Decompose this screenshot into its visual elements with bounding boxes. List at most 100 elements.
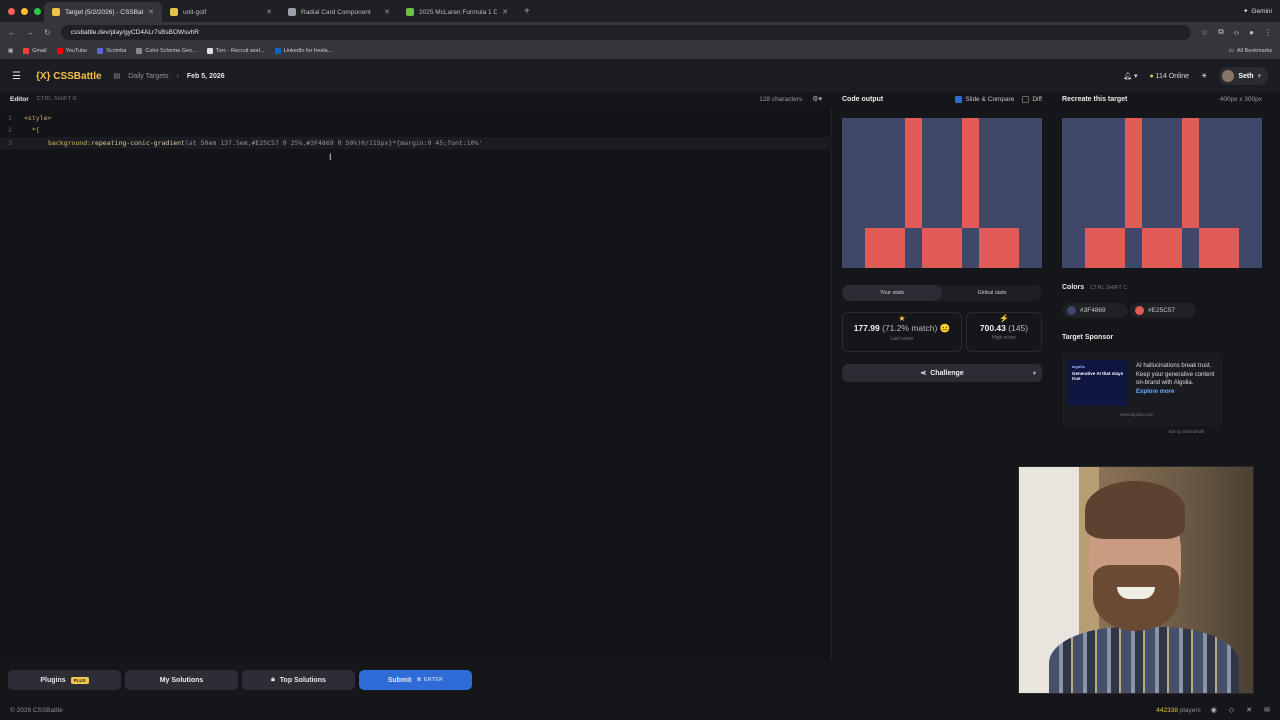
address-bar-row: ← → ↻ cssbattle.dev/play/gyCD4ALr7sBsBOW… bbox=[0, 22, 1280, 42]
new-tab-button[interactable]: + bbox=[516, 6, 538, 17]
discord-icon[interactable]: ◉ bbox=[1211, 706, 1217, 714]
app-header: ☰ {X} CSSBattle ▤ Daily Targets › Feb 5,… bbox=[0, 60, 1280, 92]
output-block bbox=[865, 228, 905, 268]
tab-label: 2025 McLaren Formula 1 Dri... bbox=[419, 8, 498, 16]
colors-shortcut: CTRL SHIFT C bbox=[1090, 284, 1128, 291]
code-line: 1 <style> bbox=[0, 112, 51, 124]
tab-favicon-icon bbox=[52, 8, 60, 16]
close-tab-icon[interactable]: ✕ bbox=[148, 8, 154, 16]
all-bookmarks-label: All Bookmarks bbox=[1236, 47, 1272, 54]
profile-icon[interactable]: ● bbox=[1249, 28, 1254, 37]
bookmark-item[interactable]: LinkedIn for freela... bbox=[274, 47, 332, 54]
browser-tab[interactable]: unit-golf ✕ bbox=[162, 2, 280, 22]
tab-global-stats[interactable]: Global stats bbox=[942, 285, 1042, 301]
output-bar bbox=[905, 118, 922, 228]
character-count: 128 characters bbox=[759, 95, 803, 103]
code-editor[interactable]: 1 <style> 2 *{ 3 background: repeating-c… bbox=[0, 108, 832, 660]
ads-by-link[interactable]: Ads by EthicalAds bbox=[1168, 429, 1204, 434]
all-bookmarks-button[interactable]: ▭ All Bookmarks bbox=[1229, 48, 1272, 54]
maximize-window-button[interactable] bbox=[34, 7, 41, 15]
forward-arrow-icon[interactable]: → bbox=[26, 28, 34, 37]
hamburger-menu-icon[interactable]: ☰ bbox=[12, 71, 36, 82]
diff-toggle[interactable]: Diff bbox=[1022, 95, 1042, 103]
color-hex: #E25C57 bbox=[1148, 307, 1176, 314]
email-icon[interactable]: ✉ bbox=[1264, 706, 1270, 714]
target-header: Recreate this target 400px x 300px bbox=[1062, 92, 1262, 106]
target-size: 400px x 300px bbox=[1219, 95, 1262, 103]
code-function: repeating-conic-gradient bbox=[91, 139, 185, 147]
x-twitter-icon[interactable]: ✕ bbox=[1246, 706, 1252, 714]
code-line-active: 3 background: repeating-conic-gradient (… bbox=[0, 137, 832, 149]
last-score: 177.99 bbox=[853, 323, 880, 333]
close-window-button[interactable] bbox=[8, 7, 15, 15]
webcam-person-smile bbox=[1117, 587, 1155, 599]
minimize-window-button[interactable] bbox=[21, 7, 28, 15]
url-field[interactable]: cssbattle.dev/play/gyCD4ALr7sBsBOWsvhR bbox=[60, 24, 1191, 40]
tab-label: Target (5/2/2026) - CSSBattle bbox=[65, 8, 144, 16]
webcam-overlay bbox=[1018, 466, 1254, 694]
extensions-icon[interactable]: ⧉ bbox=[1218, 27, 1224, 37]
my-solutions-button[interactable]: My Solutions bbox=[125, 670, 238, 690]
target-bar bbox=[1125, 118, 1142, 228]
color-swatch[interactable]: #3F4869 bbox=[1062, 303, 1128, 318]
slide-compare-toggle[interactable]: Slide & Compare bbox=[955, 95, 1014, 103]
bookmark-star-icon[interactable]: ☆ bbox=[1201, 28, 1208, 37]
globe-icon bbox=[136, 47, 143, 54]
chevron-down-icon: ▾ bbox=[1257, 73, 1261, 80]
smiley-icon: 😐 bbox=[939, 323, 951, 333]
unchecked-checkbox-icon[interactable] bbox=[1022, 95, 1030, 103]
challenge-label: Challenge bbox=[930, 369, 964, 377]
bookmark-item[interactable]: Torc - Recruit worl... bbox=[206, 47, 265, 54]
cssbattle-logo[interactable]: {X} CSSBattle bbox=[36, 71, 102, 82]
theme-toggle-sun-icon[interactable]: ☀ bbox=[1201, 72, 1207, 80]
bookmark-label: Scrimba bbox=[106, 47, 127, 54]
close-tab-icon[interactable]: ✕ bbox=[266, 8, 272, 16]
target-title: Recreate this target bbox=[1062, 95, 1128, 103]
text-cursor-icon: I bbox=[329, 152, 332, 162]
reload-icon[interactable]: ↻ bbox=[44, 28, 51, 37]
notification-bell-icon[interactable]: 🔔︎ ▾ bbox=[1123, 72, 1137, 80]
editor-settings-gear-icon[interactable]: ⚙▾ bbox=[812, 95, 822, 103]
codepen-icon[interactable]: ◇ bbox=[1229, 706, 1234, 714]
tab-your-stats[interactable]: Your stats bbox=[842, 285, 942, 301]
challenge-button[interactable]: ⋖ Challenge ▾ bbox=[842, 364, 1042, 382]
color-swatch[interactable]: #E25C57 bbox=[1130, 303, 1196, 318]
code-text: (at 50em 137.5em,#E25C57 0 25%,#3F4869 0… bbox=[184, 139, 483, 147]
bookmark-label: Torc - Recruit worl... bbox=[215, 47, 265, 54]
browser-tab[interactable]: Target (5/2/2026) - CSSBattle ✕ bbox=[44, 2, 162, 22]
sponsor-ad[interactable]: algolia Generative AI that stays true AI… bbox=[1062, 352, 1222, 426]
back-arrow-icon[interactable]: ← bbox=[8, 28, 16, 37]
target-block bbox=[1142, 228, 1182, 268]
code-property: background: bbox=[48, 139, 92, 147]
explore-more-link[interactable]: Explore more bbox=[1136, 389, 1174, 395]
code-output-title: Code output bbox=[842, 95, 884, 103]
chevron-down-icon[interactable]: ▾ bbox=[1033, 370, 1036, 377]
bookmark-item[interactable]: Color Scheme Gen... bbox=[136, 47, 197, 54]
sponsor-title: Target Sponsor bbox=[1062, 334, 1114, 341]
online-count: 114 bbox=[1155, 72, 1167, 80]
user-menu[interactable]: Seth ▾ bbox=[1219, 67, 1268, 85]
browser-tab-bar: Target (5/2/2026) - CSSBattle ✕ unit-gol… bbox=[0, 0, 1280, 22]
plugins-button[interactable]: Plugins PLUS bbox=[8, 670, 121, 690]
browser-tab[interactable]: 2025 McLaren Formula 1 Dri... ✕ bbox=[398, 2, 516, 22]
breadcrumb-daily-targets[interactable]: Daily Targets bbox=[128, 73, 168, 80]
devtools-icon[interactable]: ‹› bbox=[1234, 28, 1239, 37]
submit-button[interactable]: Submit ⌘ ENTER bbox=[359, 670, 472, 690]
browser-tab[interactable]: Radial Card Component ✕ bbox=[280, 2, 398, 22]
ad-image[interactable]: algolia Generative AI that stays true bbox=[1068, 360, 1128, 406]
top-solutions-button[interactable]: 🔒︎ Top Solutions bbox=[242, 670, 355, 690]
color-dot-icon bbox=[1135, 306, 1144, 315]
close-tab-icon[interactable]: ✕ bbox=[384, 8, 390, 16]
checked-checkbox-icon[interactable] bbox=[955, 95, 963, 103]
close-tab-icon[interactable]: ✕ bbox=[502, 8, 508, 16]
line-number: 2 bbox=[8, 126, 12, 134]
social-links: ◉ ◇ ✕ ✉ bbox=[1211, 706, 1270, 714]
high-score-value: 700.43 (145) bbox=[967, 323, 1041, 333]
bookmark-item[interactable]: Scrimba bbox=[97, 47, 127, 54]
gemini-button[interactable]: ✦ Gemini bbox=[1243, 7, 1272, 16]
code-output-preview[interactable] bbox=[842, 118, 1042, 268]
bookmark-item[interactable]: YouTube bbox=[56, 47, 87, 54]
bookmark-item[interactable]: Gmail bbox=[23, 47, 47, 54]
apps-grid-icon[interactable]: ▦ bbox=[8, 48, 13, 54]
more-menu-icon[interactable]: ⋮ bbox=[1264, 28, 1272, 37]
